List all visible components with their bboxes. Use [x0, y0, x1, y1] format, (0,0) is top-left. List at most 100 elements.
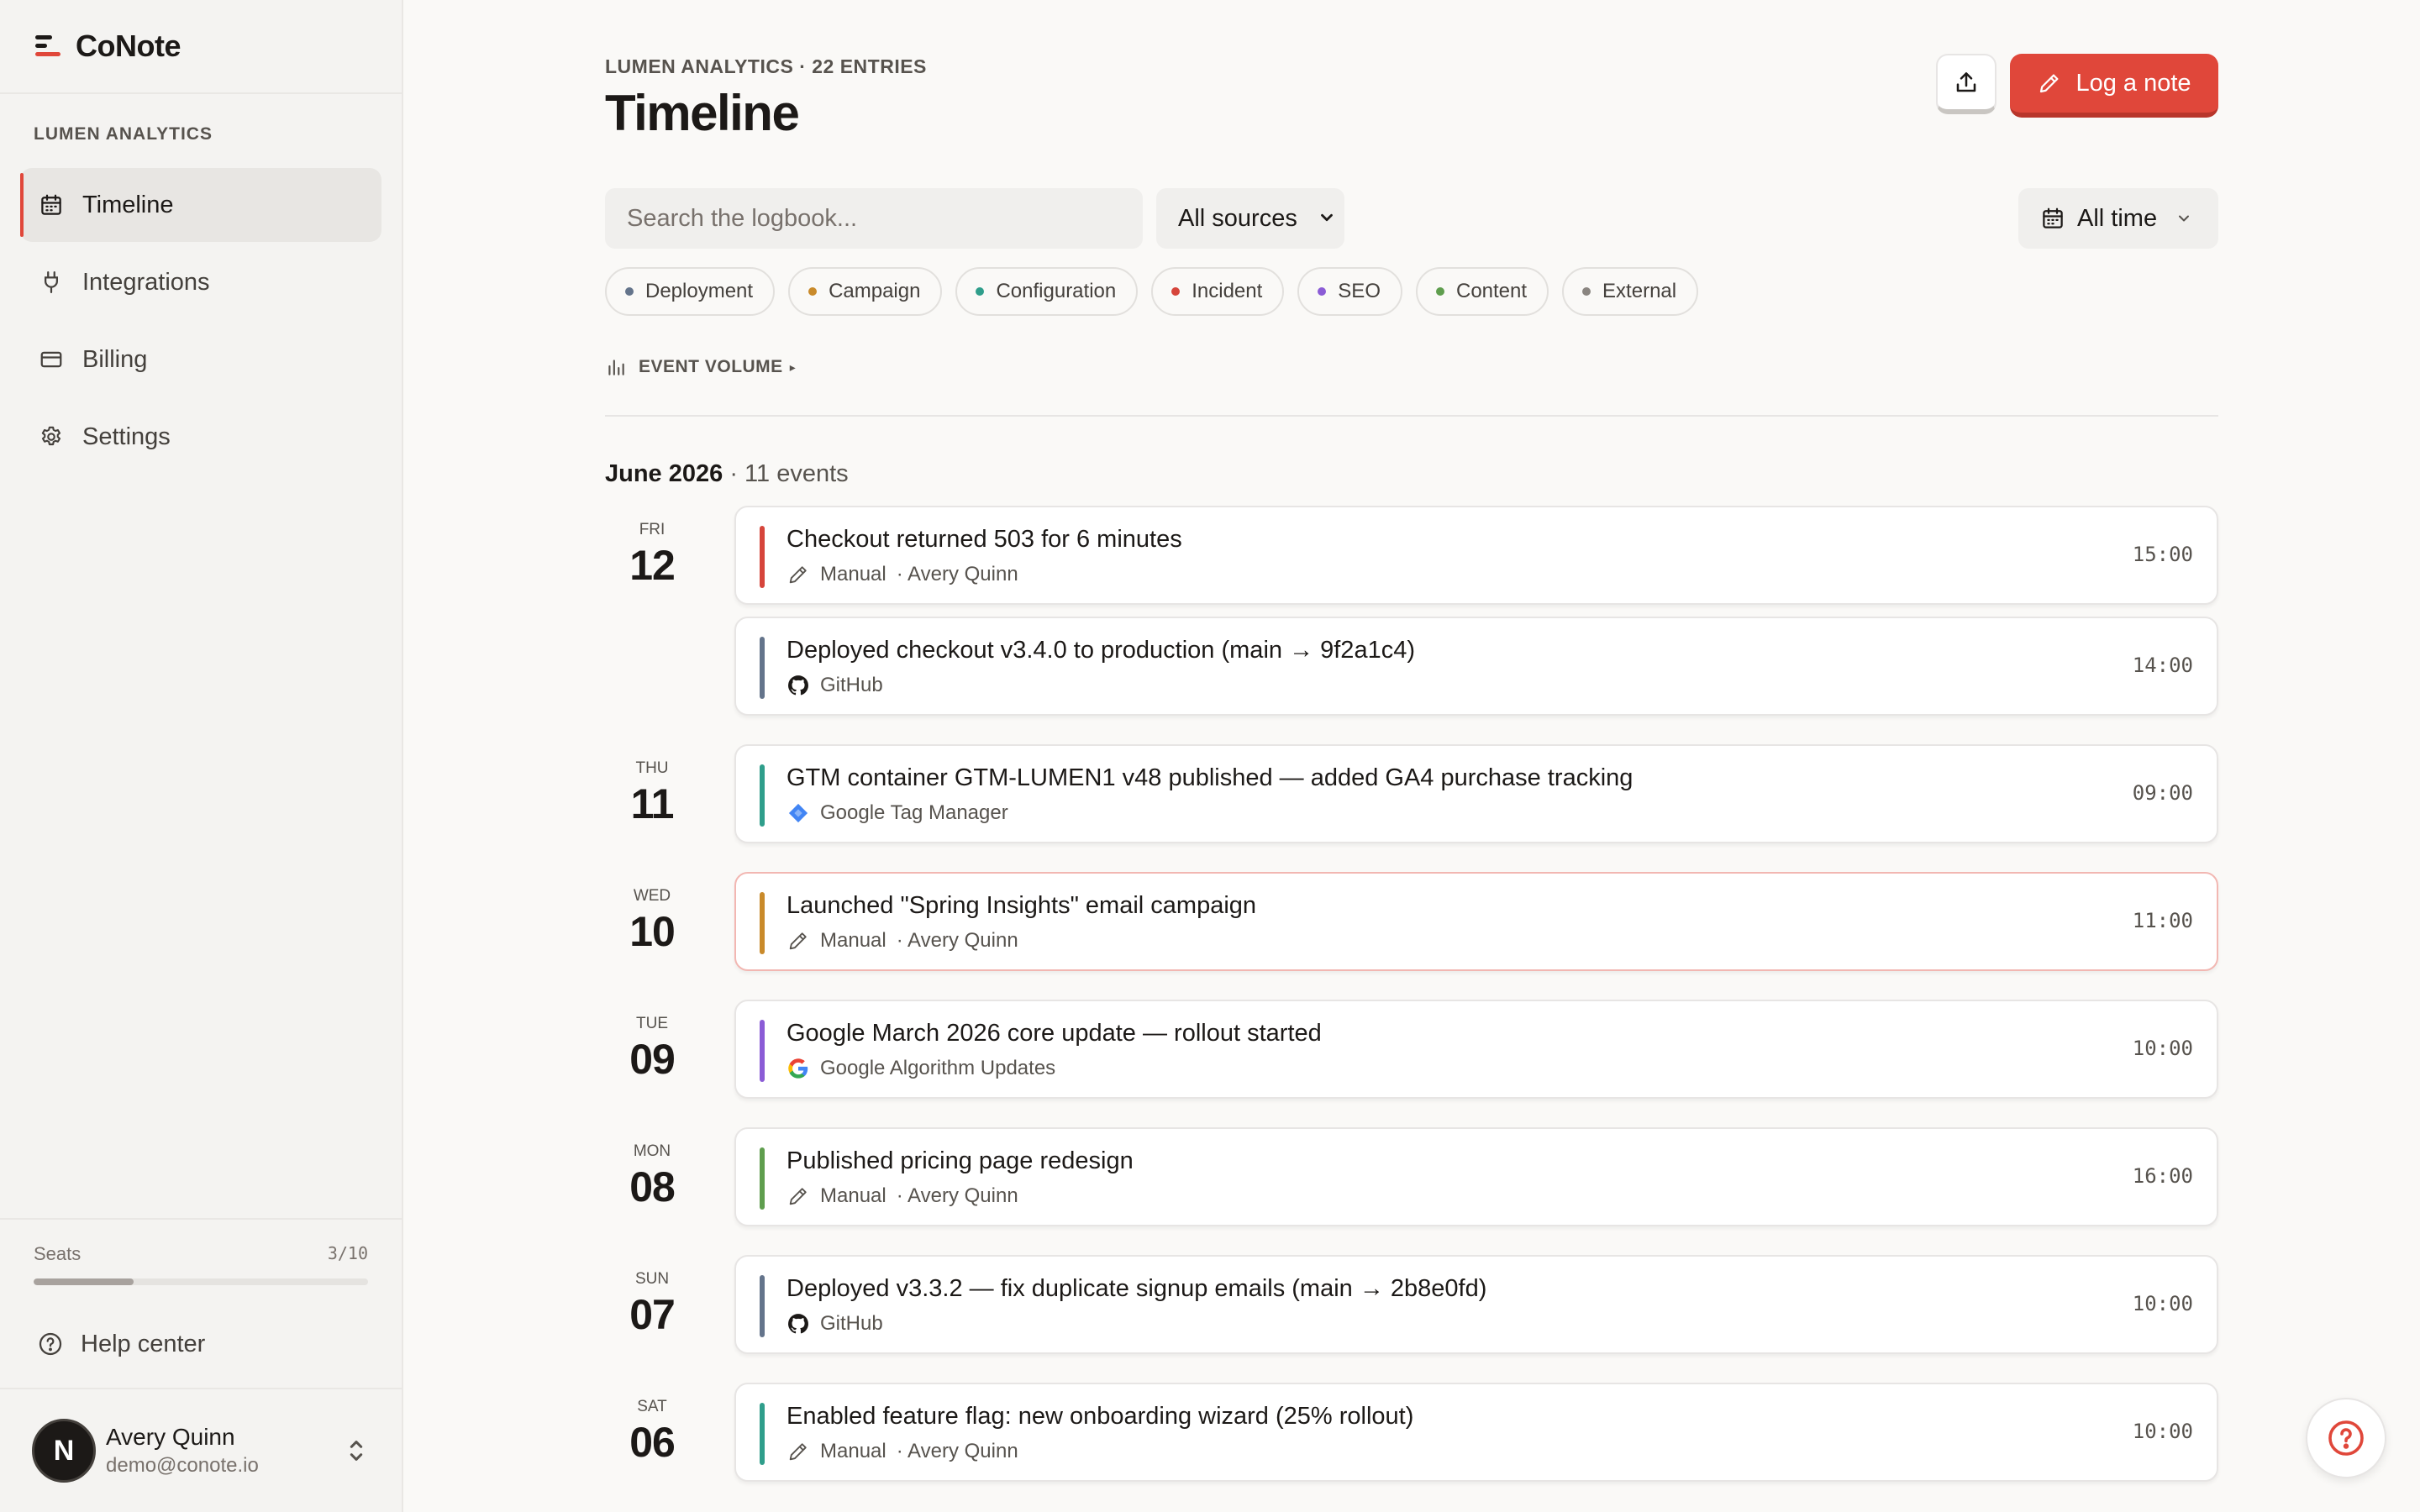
help-center-label: Help center	[81, 1330, 206, 1357]
event-volume-toggle[interactable]: EVENT VOLUME ▸	[605, 356, 796, 378]
event-title: Deployed checkout v3.4.0 to production (…	[786, 637, 1415, 664]
seats-label: Seats	[34, 1243, 82, 1264]
seats-progress-bar	[34, 1278, 368, 1285]
chip-campaign[interactable]: Campaign	[788, 267, 943, 316]
category-color-bar	[760, 1020, 765, 1082]
sidebar-item-label: Timeline	[82, 191, 174, 218]
day-number: 10	[629, 908, 676, 955]
event-source: Google Tag Manager	[820, 801, 1008, 824]
event-time: 10:00	[2132, 1420, 2193, 1443]
event-card[interactable]: GTM container GTM-LUMEN1 v48 published —…	[734, 744, 2218, 843]
event-title: GTM container GTM-LUMEN1 v48 published —…	[786, 764, 1634, 791]
day-label: FRI 12	[605, 521, 699, 590]
calendar-icon	[2043, 207, 2063, 228]
event-volume-label: EVENT VOLUME	[639, 357, 783, 376]
chip-content[interactable]: Content	[1415, 267, 1549, 316]
sidebar: CoNote LUMEN ANALYTICS Timeline Integrat…	[0, 0, 403, 1512]
sidebar-nav: Timeline Integrations Billing Settings	[20, 168, 381, 477]
search-input[interactable]	[605, 188, 1143, 249]
sidebar-item-billing[interactable]: Billing	[20, 323, 381, 396]
day-label: MON 08	[605, 1142, 699, 1211]
page-title: Timeline	[605, 85, 800, 141]
event-card[interactable]: Launched "Spring Insights" email campaig…	[734, 872, 2218, 971]
day-number: 07	[629, 1291, 676, 1338]
sidebar-item-label: Integrations	[82, 268, 210, 296]
help-button[interactable]	[2306, 1398, 2386, 1478]
chip-label: Campaign	[829, 280, 921, 302]
category-dot	[1318, 287, 1327, 296]
day-number: 09	[629, 1036, 676, 1083]
chip-label: External	[1602, 280, 1677, 302]
chevron-up-down-icon	[350, 1441, 363, 1461]
pencil-icon	[2040, 74, 2059, 93]
log-note-button[interactable]: Log a note	[2010, 54, 2218, 118]
day-label: WED 10	[605, 887, 699, 956]
category-color-bar	[760, 1275, 765, 1337]
event-card[interactable]: Published pricing page redesign Manual ·…	[734, 1127, 2218, 1226]
category-dot	[625, 287, 634, 296]
sidebar-item-label: Settings	[82, 423, 171, 450]
event-card[interactable]: Google March 2026 core update — rollout …	[734, 1000, 2218, 1099]
event-time: 09:00	[2132, 781, 2193, 805]
brand[interactable]: CoNote	[0, 0, 402, 94]
month-name: June 2026	[605, 460, 723, 487]
workspace-entry-count: LUMEN ANALYTICS · 22 ENTRIES	[605, 55, 927, 77]
event-card[interactable]: Deployed v3.3.2 — fix duplicate signup e…	[734, 1255, 2218, 1354]
day-of-week: SAT	[637, 1398, 667, 1415]
event-title: Deployed v3.3.2 — fix duplicate signup e…	[786, 1275, 1487, 1302]
help-center-link[interactable]: Help center	[0, 1300, 402, 1389]
chip-deployment[interactable]: Deployment	[605, 267, 776, 316]
event-source: Manual	[820, 1184, 886, 1207]
category-filter-chips: Deployment Campaign Configuration Incide…	[605, 267, 1699, 316]
day-label: SAT 06	[605, 1398, 699, 1467]
day-number: 08	[629, 1163, 676, 1210]
sidebar-item-integrations[interactable]: Integrations	[20, 245, 381, 319]
event-card[interactable]: Deployed checkout v3.4.0 to production (…	[734, 617, 2218, 716]
chip-label: Incident	[1192, 280, 1263, 302]
event-title: Launched "Spring Insights" email campaig…	[786, 892, 1257, 919]
event-meta: GitHub	[786, 674, 883, 697]
export-button[interactable]	[1936, 54, 1996, 114]
main-content: LUMEN ANALYTICS · 22 ENTRIES Timeline Lo…	[605, 0, 2218, 1512]
chip-external[interactable]: External	[1562, 267, 1699, 316]
sidebar-item-settings[interactable]: Settings	[20, 400, 381, 474]
event-title: Google March 2026 core update — rollout …	[786, 1020, 1322, 1047]
source-select[interactable]: All sources	[1156, 188, 1344, 249]
event-source: Manual	[820, 929, 886, 952]
day-number: 11	[630, 780, 675, 827]
category-color-bar	[760, 526, 765, 588]
event-card[interactable]: Checkout returned 503 for 6 minutes Manu…	[734, 506, 2218, 605]
time-range-value: All time	[2077, 204, 2158, 232]
chevron-down-icon	[2179, 215, 2190, 222]
seats-count: 3/10	[327, 1243, 368, 1263]
chip-label: Configuration	[996, 280, 1117, 302]
chip-incident[interactable]: Incident	[1151, 267, 1285, 316]
time-range-button[interactable]: All time	[2018, 188, 2218, 249]
event-meta: Manual · Avery Quinn	[786, 1440, 1018, 1463]
user-name: Avery Quinn	[106, 1424, 235, 1450]
chip-label: SEO	[1338, 280, 1381, 302]
chip-label: Deployment	[645, 280, 754, 302]
event-time: 16:00	[2132, 1164, 2193, 1188]
chip-configuration[interactable]: Configuration	[955, 267, 1139, 316]
event-card[interactable]: Enabled feature flag: new onboarding wiz…	[734, 1383, 2218, 1482]
event-meta: Manual · Avery Quinn	[786, 1184, 1018, 1208]
user-menu[interactable]: N Avery Quinn demo@conote.io	[0, 1389, 402, 1512]
source-select-value: All sources	[1178, 204, 1297, 232]
category-dot	[976, 287, 985, 296]
event-time: 11:00	[2132, 909, 2193, 932]
sidebar-item-timeline[interactable]: Timeline	[20, 168, 381, 242]
chip-seo[interactable]: SEO	[1297, 267, 1402, 316]
gtm-icon	[788, 803, 808, 823]
event-title: Published pricing page redesign	[786, 1147, 1134, 1174]
event-meta: Manual · Avery Quinn	[786, 563, 1018, 586]
pencil-icon	[789, 566, 807, 584]
category-color-bar	[760, 637, 765, 699]
event-meta: Google Algorithm Updates	[786, 1057, 1055, 1080]
event-author: · Avery Quinn	[896, 929, 1018, 952]
workspace-label: LUMEN ANALYTICS	[34, 124, 213, 144]
category-dot	[1171, 287, 1181, 296]
event-author: · Avery Quinn	[896, 1440, 1018, 1462]
category-color-bar	[760, 1403, 765, 1465]
event-time: 10:00	[2132, 1037, 2193, 1060]
